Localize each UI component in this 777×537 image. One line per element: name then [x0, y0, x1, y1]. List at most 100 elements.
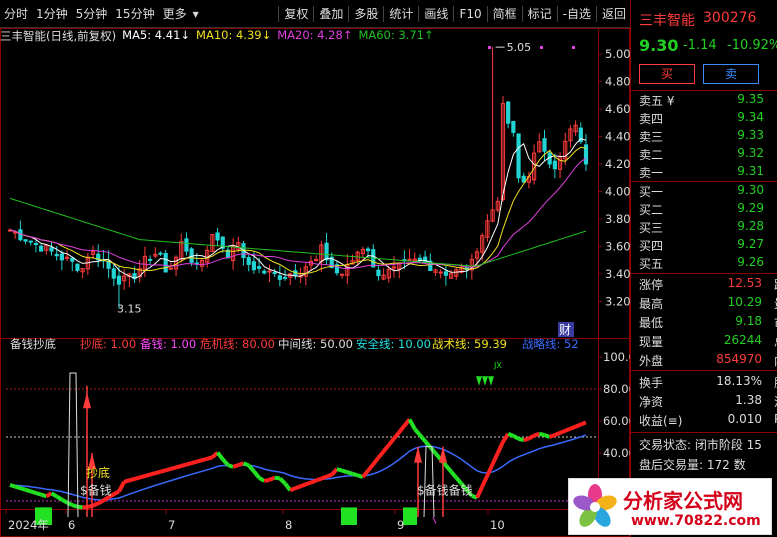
toolbar-button-5[interactable]: F10	[455, 4, 485, 24]
stat2-row-0-label: 换手	[639, 376, 664, 390]
divider	[631, 181, 777, 182]
candle-body	[376, 269, 381, 277]
logo-url: www.70822.com	[631, 513, 761, 529]
toolbar-button-3[interactable]: 统计	[385, 4, 417, 24]
toolbar-button-0[interactable]: 复权	[280, 4, 312, 24]
tactic-segment	[170, 465, 177, 471]
tactic-segment	[175, 464, 182, 470]
period-tab-4[interactable]: 更多	[159, 4, 191, 24]
ask-row-2-value: 9.33	[737, 128, 764, 142]
tactic-segment	[191, 459, 198, 466]
chart-frame	[0, 28, 630, 537]
tactic-segment	[159, 468, 167, 474]
tactic-segment	[196, 458, 203, 464]
tactic-segment	[258, 476, 266, 483]
bid-row-1: 买二 9.29	[631, 201, 777, 219]
signal-spike-magenta	[432, 516, 437, 524]
ask-row-3-value: 9.32	[737, 146, 764, 160]
tactic-segment	[336, 467, 343, 473]
last-price: 9.30	[639, 36, 679, 55]
period-tab-2[interactable]: 5分钟	[72, 4, 112, 24]
tactic-segment	[112, 489, 120, 496]
sell-button[interactable]: 卖	[703, 64, 759, 84]
bid-row-4: 买五 9.26	[631, 255, 777, 273]
bottom-signal-block	[403, 507, 417, 525]
stat-row-3-value: 26244	[723, 333, 762, 347]
candle-body	[282, 276, 288, 279]
stat2-row-1: 净资1.38流	[631, 393, 777, 411]
tactic-segment	[50, 491, 58, 499]
tactic-segment	[294, 484, 302, 491]
stat-row-2-label: 最低	[639, 316, 664, 330]
ask-row-0-value: 9.35	[737, 92, 764, 106]
toolbar-button-6[interactable]: 简框	[489, 4, 521, 24]
stat-row-0-label: 涨停	[639, 278, 664, 292]
indicator-title-4: 中间线: 50.00	[278, 337, 353, 351]
period-tab-1[interactable]: 1分钟	[32, 4, 72, 24]
candle-body	[75, 263, 80, 271]
toolbar-button-7[interactable]: 标记	[524, 4, 556, 24]
signal-dot	[540, 46, 543, 49]
tactic-segment	[14, 484, 21, 491]
tactic-segment	[310, 478, 317, 485]
tactic-segment	[9, 483, 16, 489]
candle-body	[267, 270, 272, 273]
price-tick-label: 4.00	[605, 185, 630, 199]
tactic-segment	[71, 503, 79, 509]
candle-body	[163, 253, 168, 273]
indicator-tick-label: 40.00	[603, 446, 630, 460]
ma60-label: MA60: 3.71↑	[358, 28, 434, 42]
tactic-segment	[55, 494, 63, 502]
tactic-segment	[221, 457, 230, 467]
period-tab-0[interactable]: 分时	[0, 4, 32, 24]
candle-body	[33, 242, 39, 245]
tactic-segment	[325, 472, 333, 479]
tactic-segment	[274, 475, 281, 481]
kline-chart[interactable]: 5.00 4.80 4.60 4.40 4.20 4.00 3.80 3.60 3.40 3.20…	[0, 28, 630, 537]
tactic-segment	[92, 501, 100, 508]
candle-body	[417, 257, 423, 261]
bid-row-1-value: 9.29	[737, 201, 764, 215]
toolbar-button-1[interactable]: 叠加	[315, 4, 347, 24]
indicator-title-7: 战略线: 52	[522, 337, 579, 351]
toolbar-button-2[interactable]: 多股	[350, 4, 382, 24]
tactic-segment	[433, 452, 443, 461]
candle-body	[39, 245, 44, 252]
toolbar-button-9[interactable]: 返回	[598, 4, 630, 24]
financial-report-label: 财	[559, 323, 571, 337]
logo-text: 分析家公式网	[623, 489, 743, 513]
toolbar-button-8[interactable]: -自选	[559, 4, 595, 24]
tactic-segment	[518, 436, 525, 443]
stat2-row-0-value: 18.13%	[716, 374, 762, 388]
stock-code: 300276	[703, 10, 757, 26]
low-annotation: 3.15	[117, 302, 142, 315]
tactic-segment	[206, 455, 213, 461]
candle-body	[272, 272, 277, 275]
candle-body	[49, 247, 54, 252]
tactic-segment	[305, 480, 312, 487]
down-arrow-icon	[482, 376, 488, 386]
tactic-segment	[371, 456, 380, 466]
prepare-cash-label: $备钱	[80, 483, 112, 498]
candle-body	[443, 271, 448, 276]
ask-row-3-label: 卖二	[639, 148, 664, 162]
chart-title-bar: 三丰智能(日线,前复权) MA5: 4.41↓ MA10: 4.39↓ MA20…	[0, 28, 440, 44]
bid-row-1-label: 买二	[639, 203, 664, 217]
toolbar-separator	[278, 5, 280, 22]
price-tick-label: 3.60	[605, 240, 630, 254]
indicator-title-1: 抄底: 1.00	[80, 337, 136, 351]
period-tab-3[interactable]: 15分钟	[111, 4, 158, 24]
candle-body	[23, 239, 28, 242]
quote-panel: 三丰智能 300276 9.30 -1.14 -10.92% 买 卖 卖五 ¥ 9…	[630, 0, 777, 537]
price-change: -1.14	[683, 38, 717, 53]
toolbar-button-4[interactable]: 画线	[420, 4, 452, 24]
stat2-row-2-value: 0.010	[727, 412, 762, 426]
buy-button[interactable]: 买	[639, 64, 695, 84]
candle-body	[28, 240, 33, 243]
tactic-segment	[346, 470, 354, 476]
chevron-down-icon[interactable]: ▾	[191, 4, 201, 24]
up-arrow-icon	[83, 392, 91, 409]
tactic-segment	[523, 436, 530, 443]
tactic-segment	[397, 424, 406, 434]
toolbar-separator	[418, 5, 420, 22]
